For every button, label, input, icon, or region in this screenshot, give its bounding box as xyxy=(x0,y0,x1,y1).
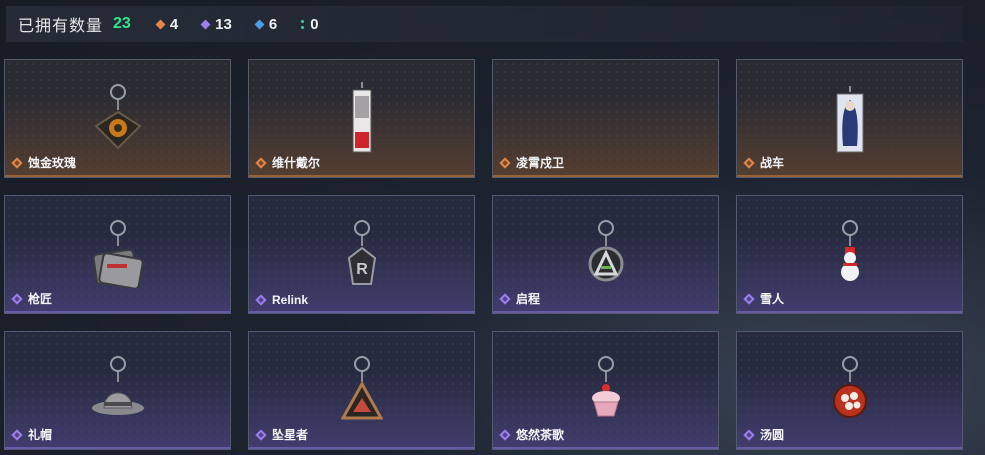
card-charm-icon xyxy=(351,82,373,159)
stat-green-value: 0 xyxy=(310,15,319,33)
charm-card[interactable]: R Relink xyxy=(248,195,475,314)
hat-charm-icon xyxy=(90,356,146,421)
charm-card[interactable]: 凌霄戍卫 xyxy=(492,59,719,178)
orange-diamond-icon xyxy=(155,19,166,29)
owned-count-bar: 已拥有数量 23 4 13 6 0 xyxy=(6,6,963,42)
charm-name: 战车 xyxy=(760,156,785,170)
charm-name: 维什戴尔 xyxy=(272,156,321,170)
triangle-charm-icon xyxy=(339,356,384,425)
stat-blue-value: 6 xyxy=(268,15,278,33)
orange-rarity-icon xyxy=(743,156,755,169)
a-medal-charm-icon xyxy=(588,220,624,287)
orange-rarity-icon xyxy=(11,156,23,169)
charm-card[interactable]: 枪匠 xyxy=(4,195,231,314)
stat-orange-value: 4 xyxy=(169,15,179,33)
purple-rarity-icon xyxy=(499,292,511,305)
svg-text:R: R xyxy=(356,261,368,278)
purple-rarity-icon xyxy=(11,428,23,441)
purple-rarity-icon xyxy=(255,294,267,306)
charm-card[interactable]: 悠然茶歌 xyxy=(492,331,719,450)
purple-diamond-icon xyxy=(200,19,211,29)
purple-rarity-icon xyxy=(499,428,511,441)
charm-card[interactable]: 启程 xyxy=(492,195,719,314)
charm-name: 枪匠 xyxy=(28,292,53,306)
charm-name: 悠然茶歌 xyxy=(516,428,565,442)
orange-rarity-icon xyxy=(499,156,511,169)
tangyuan-charm-icon xyxy=(831,356,869,423)
charm-name: 启程 xyxy=(516,292,541,306)
charm-name: 蚀金玫瑰 xyxy=(28,156,77,170)
green-dots-icon xyxy=(301,19,305,29)
dogtag-charm-icon xyxy=(92,220,144,293)
charm-name: 雪人 xyxy=(760,292,785,306)
stat-purple: 13 xyxy=(200,15,232,33)
figure-charm-icon xyxy=(835,86,865,159)
owned-count-total: 23 xyxy=(113,15,131,32)
purple-rarity-icon xyxy=(11,292,23,305)
charm-card[interactable]: 坠星者 xyxy=(248,331,475,450)
purple-rarity-icon xyxy=(255,428,267,441)
purple-rarity-icon xyxy=(743,428,755,441)
charm-name: 坠星者 xyxy=(272,428,309,442)
charm-card[interactable]: 礼帽 xyxy=(4,331,231,450)
stat-blue: 6 xyxy=(254,15,278,33)
charm-card[interactable]: 战车 xyxy=(736,59,963,178)
charm-card[interactable]: 雪人 xyxy=(736,195,963,314)
r-emblem-charm-icon: R xyxy=(347,220,377,291)
stat-green: 0 xyxy=(301,15,319,33)
blue-diamond-icon xyxy=(254,19,265,29)
charm-name: 礼帽 xyxy=(28,428,53,442)
owned-count-title: 已拥有数量 xyxy=(18,18,104,35)
cupcake-charm-icon xyxy=(586,356,626,423)
charm-card[interactable]: 蚀金玫瑰 xyxy=(4,59,231,178)
stat-purple-value: 13 xyxy=(215,15,232,33)
rose-charm-icon xyxy=(93,84,142,155)
charm-card[interactable]: 维什戴尔 xyxy=(248,59,475,178)
snowman-charm-icon xyxy=(837,220,863,287)
orange-rarity-icon xyxy=(255,156,267,169)
charm-name: 汤圆 xyxy=(760,428,785,442)
stat-orange: 4 xyxy=(155,15,179,33)
charm-name: 凌霄戍卫 xyxy=(516,156,565,170)
purple-rarity-icon xyxy=(743,292,755,305)
charm-card[interactable]: 汤圆 xyxy=(736,331,963,450)
charm-name: Relink xyxy=(272,293,309,307)
